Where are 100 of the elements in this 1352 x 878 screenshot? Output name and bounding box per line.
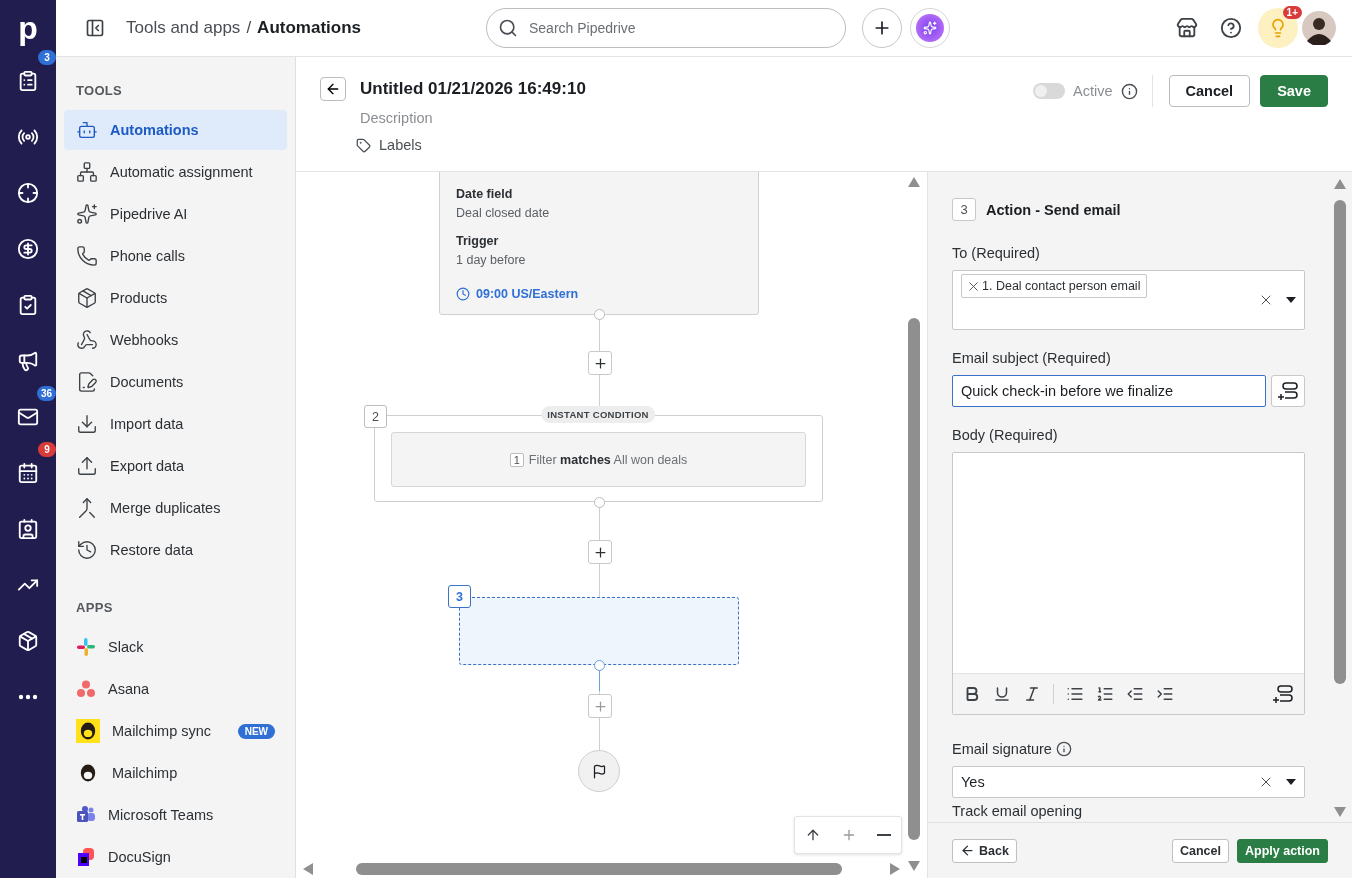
field-label: Email subject (Required) <box>952 350 1112 366</box>
monkey-logo <box>76 719 100 743</box>
merge-field-button[interactable] <box>1272 684 1294 704</box>
merge-field-icon <box>1272 684 1294 704</box>
scrollbar-thumb[interactable] <box>356 863 842 875</box>
scroll-left-icon[interactable] <box>302 862 314 876</box>
recipient-select[interactable]: 1. Deal contact person email <box>952 270 1305 330</box>
labels-link[interactable]: Labels <box>356 137 422 153</box>
back-button[interactable] <box>320 77 346 101</box>
bullet-list-button[interactable] <box>1066 685 1084 703</box>
history-icon <box>76 539 98 561</box>
phone-icon <box>76 245 98 267</box>
automation-title[interactable]: Untitled 01/21/2026 16:49:10 <box>360 75 586 103</box>
cancel-button[interactable]: Cancel <box>1168 75 1251 107</box>
numbered-list-button[interactable] <box>1096 685 1114 703</box>
checklist-icon <box>17 294 39 316</box>
field-label: Trigger <box>456 234 500 248</box>
signature-select[interactable]: Yes <box>952 766 1305 798</box>
merge-field-button[interactable] <box>1271 375 1305 407</box>
save-button[interactable]: Save <box>1260 75 1328 107</box>
breadcrumb-current: Automations <box>257 18 361 38</box>
slack-logo <box>76 637 96 657</box>
apply-action-button[interactable]: Apply action <box>1237 838 1328 863</box>
pipedrive-logo[interactable]: p <box>6 6 50 50</box>
download-icon <box>76 413 98 435</box>
scrollbar-thumb[interactable] <box>908 318 920 840</box>
plus-icon <box>592 544 608 560</box>
italic-icon <box>1023 685 1041 703</box>
count-badge: 9 <box>38 442 56 457</box>
flag-icon <box>591 763 607 779</box>
caret-icon[interactable] <box>1286 297 1296 303</box>
panel-title: Action - Send email <box>986 201 1121 218</box>
search-icon <box>498 18 518 38</box>
box-icon <box>76 287 98 309</box>
sidebar-item[interactable]: Phone calls <box>64 236 287 276</box>
more-icon <box>18 694 38 700</box>
search-field[interactable]: Search Pipedrive <box>486 8 846 48</box>
info-icon <box>1055 741 1072 757</box>
docusign-logo <box>76 847 96 867</box>
count-badge: 3 <box>38 50 56 65</box>
breadcrumb-separator: / <box>246 18 252 38</box>
sidebar-item[interactable]: Mailchimp <box>64 753 287 793</box>
sidebar-item[interactable]: Export data <box>64 446 287 486</box>
sidebar-item[interactable]: Automatic assignment <box>64 152 287 192</box>
avatar[interactable] <box>1302 11 1336 45</box>
numbered-list-icon <box>1096 685 1114 703</box>
caret-icon[interactable] <box>1286 779 1296 785</box>
subject-field[interactable]: Quick check-in before we finalize <box>952 375 1266 407</box>
sidebar-item[interactable]: Asana <box>64 669 287 709</box>
sidebar-item[interactable]: Documents <box>64 362 287 402</box>
sidebar-item[interactable]: Automations <box>64 110 287 150</box>
sidebar-item[interactable]: Webhooks <box>64 320 287 360</box>
clock-icon <box>456 287 470 301</box>
scroll-right-icon[interactable] <box>889 862 901 876</box>
description-field[interactable]: Description <box>360 105 660 131</box>
scroll-down-icon[interactable] <box>907 860 921 872</box>
breadcrumb-link[interactable]: Tools and apps <box>126 18 241 38</box>
target-icon <box>17 182 39 204</box>
sidebar-item[interactable]: DocuSign <box>64 837 287 877</box>
sidebar-item[interactable]: Mailchimp sync NEW <box>64 711 287 751</box>
condition-tag: INSTANT CONDITION <box>541 406 655 423</box>
sidebar-item[interactable]: Pipedrive AI <box>64 194 287 234</box>
connector-dot <box>594 309 605 320</box>
sidebar-item[interactable]: Microsoft Teams <box>64 795 287 835</box>
scroll-up-icon[interactable] <box>1333 178 1347 190</box>
add-step-button[interactable] <box>588 540 612 564</box>
ai-button[interactable] <box>910 8 950 48</box>
scroll-down-icon[interactable] <box>1333 806 1347 818</box>
filter-box[interactable]: 1 Filter matches All won deals <box>391 432 806 487</box>
field-label: Body (Required) <box>952 427 1059 443</box>
mail-icon <box>17 406 39 428</box>
italic-button[interactable] <box>1023 685 1041 703</box>
trigger-card[interactable]: Date field Deal closed date Trigger 1 day before 09:00 US/Eastern <box>439 172 759 315</box>
calendar-icon <box>17 462 39 484</box>
scroll-up-icon[interactable] <box>907 176 921 188</box>
active-toggle[interactable] <box>1033 83 1066 99</box>
cancel-button[interactable]: Cancel <box>1172 838 1229 863</box>
indent-button[interactable] <box>1156 685 1174 703</box>
field-label: Date field <box>456 187 514 201</box>
megaphone-icon <box>17 350 39 372</box>
tips-button[interactable] <box>1258 8 1298 48</box>
sidebar-item[interactable]: Slack <box>64 627 287 667</box>
outdent-button[interactable] <box>1126 685 1144 703</box>
recipient-chip[interactable]: 1. Deal contact person email <box>961 274 1148 298</box>
sidebar-item[interactable]: Merge duplicates <box>64 488 287 528</box>
sidebar-item[interactable]: Import data <box>64 404 287 444</box>
minus-icon <box>877 834 891 836</box>
underline-icon <box>993 685 1011 703</box>
step-number: 3 <box>952 198 976 221</box>
connector-dot <box>594 497 605 508</box>
underline-button[interactable] <box>993 685 1011 703</box>
add-step-button[interactable] <box>588 351 612 375</box>
field-value: 1 day before <box>456 253 527 267</box>
new-badge: NEW <box>237 723 275 739</box>
scrollbar-thumb[interactable] <box>1334 200 1346 684</box>
back-button[interactable]: Back <box>952 838 1017 863</box>
time-link[interactable]: 09:00 US/Eastern <box>456 287 579 301</box>
sidebar-item[interactable]: Restore data <box>64 530 287 570</box>
count-badge: 36 <box>36 386 56 401</box>
sidebar-item[interactable]: Products <box>64 278 287 318</box>
